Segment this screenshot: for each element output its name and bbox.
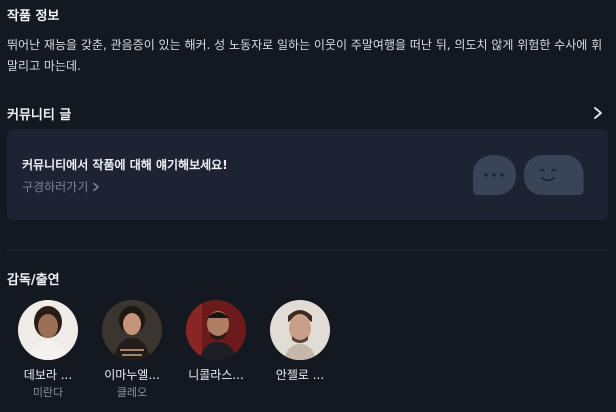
browse-link[interactable]: 구경하러가기 xyxy=(22,178,100,195)
community-section-title[interactable]: 커뮤니티 글 xyxy=(7,104,71,123)
section-divider xyxy=(7,250,608,251)
cast-section-title: 감독/출연 xyxy=(7,273,60,288)
chevron-right-icon[interactable] xyxy=(592,106,604,120)
cast-role: 미란다 xyxy=(32,386,64,399)
cast-role xyxy=(268,384,332,398)
chevron-right-small-icon xyxy=(93,182,99,191)
community-card-heading: 커뮤니티에서 작품에 대해 얘기해보세요! xyxy=(22,158,228,172)
cast-name: 니콜라스... xyxy=(188,368,244,382)
avatar xyxy=(102,300,162,360)
avatar xyxy=(270,300,330,360)
avatar xyxy=(18,300,78,360)
cast-name: 안젤로 ... xyxy=(275,368,325,382)
chat-bubbles-icon xyxy=(473,155,584,195)
cast-item[interactable]: 이마누엘... 클레오 xyxy=(100,300,164,399)
cast-item[interactable]: 니콜라스... xyxy=(184,300,248,398)
cast-name: 이마누엘... xyxy=(104,368,160,382)
cast-item[interactable]: 데보라 ... 미란다 xyxy=(16,300,80,399)
browse-link-label: 구경하러가기 xyxy=(22,180,89,194)
avatar xyxy=(186,300,246,360)
community-card[interactable]: 커뮤니티에서 작품에 대해 얘기해보세요! 구경하러가기 xyxy=(7,129,608,220)
work-info-title: 작품 정보 xyxy=(7,9,60,24)
cast-role xyxy=(184,384,248,398)
cast-item[interactable]: 안젤로 ... xyxy=(268,300,332,398)
synopsis-text: 뛰어난 재능을 갖춘, 관음증이 있는 해커. 성 노동자로 일하는 이웃이 주… xyxy=(7,38,603,73)
cast-role: 클레오 xyxy=(116,386,148,399)
cast-name: 데보라 ... xyxy=(23,368,73,382)
